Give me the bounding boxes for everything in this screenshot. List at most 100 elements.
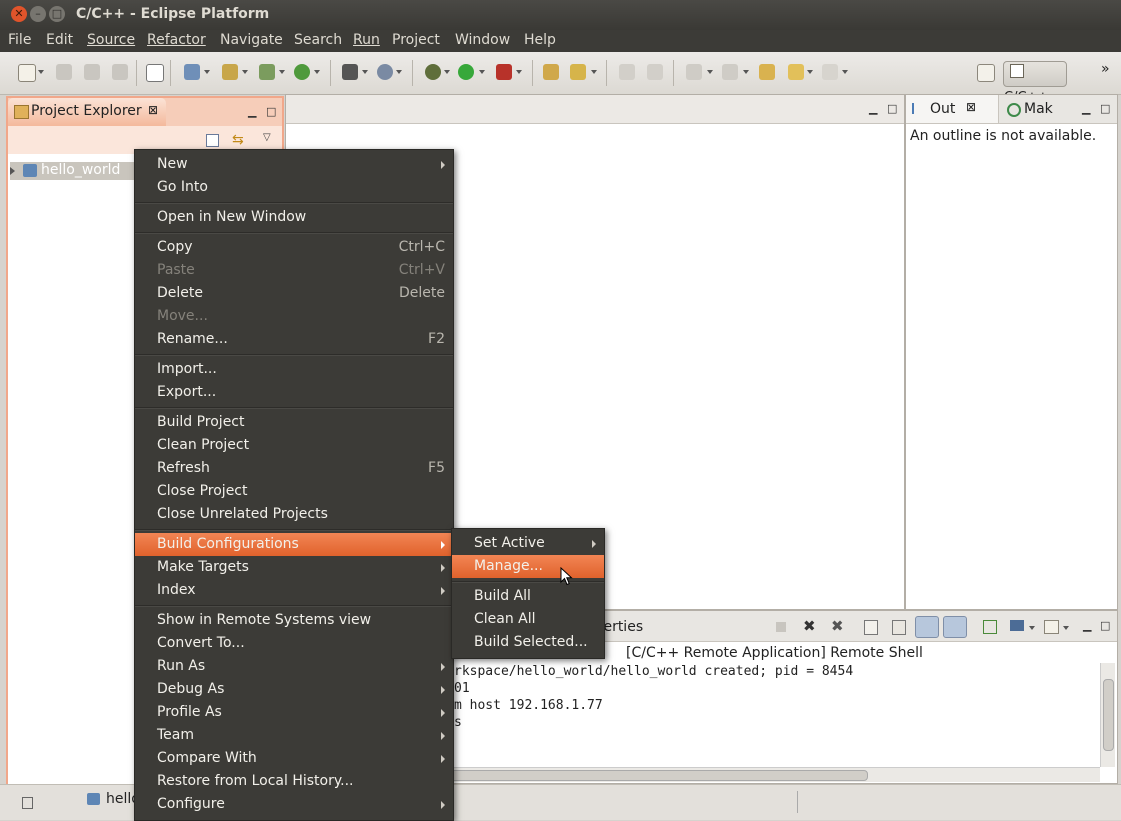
menu-item-close-project[interactable]: Close Project [135, 480, 453, 503]
tab-project-explorer[interactable]: Project Explorer ⊠ [8, 98, 166, 126]
menu-edit[interactable]: Edit [46, 32, 73, 48]
menu-item-rename[interactable]: Rename... F2 [135, 328, 453, 351]
search-flashlight-icon[interactable] [570, 64, 586, 80]
menu-item-build-selected[interactable]: Build Selected... [452, 631, 604, 654]
scroll-lock-icon[interactable] [892, 620, 906, 635]
menu-item-build-configurations[interactable]: Build Configurations [135, 533, 453, 556]
save-all-icon[interactable] [84, 64, 100, 80]
show-on-output-icon[interactable] [943, 616, 967, 638]
remove-all-icon[interactable]: ✖ [831, 617, 844, 635]
menu-item-new[interactable]: New [135, 153, 453, 176]
build-config-icon[interactable] [377, 64, 393, 80]
menu-item-open-in-new-window[interactable]: Open in New Window [135, 206, 453, 229]
perspective-cpp-button[interactable]: C/C++ [1003, 61, 1067, 105]
menu-item-manage[interactable]: Manage... [452, 555, 604, 578]
external-tools-icon[interactable] [496, 64, 512, 80]
menu-item-profile-as[interactable]: Profile As [135, 701, 453, 724]
print-icon[interactable] [112, 64, 128, 80]
display-console-icon[interactable] [1010, 620, 1024, 631]
menu-item-convert-to[interactable]: Convert To... [135, 632, 453, 655]
menu-window[interactable]: Window [455, 32, 510, 48]
console-minimize-icon[interactable]: ▁ [1083, 619, 1091, 632]
menu-item-run-as[interactable]: Run As [135, 655, 453, 678]
menu-item-team[interactable]: Team [135, 724, 453, 747]
forward-icon[interactable] [822, 64, 838, 80]
debug-bug-icon[interactable] [425, 64, 441, 80]
next-annotation-icon[interactable] [686, 64, 702, 80]
close-tab-icon[interactable]: ⊠ [148, 103, 158, 117]
menu-item-refresh[interactable]: Refresh F5 [135, 457, 453, 480]
tab-make-targets[interactable]: Mak [1002, 95, 1072, 123]
menu-run[interactable]: Run [353, 32, 380, 48]
vertical-scrollbar[interactable] [1100, 663, 1115, 767]
menu-item-go-into[interactable]: Go Into [135, 176, 453, 199]
menu-search[interactable]: Search [294, 32, 342, 48]
toolbar-overflow-icon[interactable]: » [1101, 61, 1110, 77]
new-file-icon[interactable] [294, 64, 310, 80]
menu-item-debug-as[interactable]: Debug As [135, 678, 453, 701]
menu-project[interactable]: Project [392, 32, 440, 48]
outline-maximize-icon[interactable]: □ [1100, 102, 1110, 115]
view-menu-icon[interactable]: ▽ [263, 132, 271, 143]
open-console-icon[interactable] [1044, 620, 1059, 634]
editor-maximize-icon[interactable]: □ [887, 102, 897, 115]
window-minimize-icon[interactable]: – [30, 6, 46, 22]
clear-console-icon[interactable] [864, 620, 878, 635]
open-perspective-icon[interactable] [977, 64, 995, 82]
menu-item-compare-with[interactable]: Compare With [135, 747, 453, 770]
build-hammer-icon[interactable] [342, 64, 358, 80]
pin-console-icon[interactable] [983, 620, 997, 634]
show-whitespace-icon[interactable] [647, 64, 663, 80]
window-close-icon[interactable]: ✕ [11, 6, 27, 22]
menu-file[interactable]: File [8, 32, 31, 48]
menu-item-import[interactable]: Import... [135, 358, 453, 381]
word-wrap-icon[interactable] [915, 616, 939, 638]
maximize-icon[interactable]: □ [266, 105, 276, 118]
menu-item-clean-project[interactable]: Clean Project [135, 434, 453, 457]
new-project-icon[interactable] [184, 64, 200, 80]
menu-item-restore-from-local-history[interactable]: Restore from Local History... [135, 770, 453, 793]
menu-item-delete[interactable]: Delete Delete [135, 282, 453, 305]
link-editor-icon[interactable]: ⇆ [232, 132, 244, 148]
outline-minimize-icon[interactable]: ▁ [1082, 102, 1090, 115]
open-type-icon[interactable] [543, 64, 559, 80]
menu-item-index[interactable]: Index [135, 579, 453, 602]
close-tab-icon[interactable]: ⊠ [966, 100, 976, 114]
fast-view-icon[interactable] [22, 797, 33, 809]
menu-item-close-unrelated-projects[interactable]: Close Unrelated Projects [135, 503, 453, 526]
new-class-icon[interactable] [259, 64, 275, 80]
binary-icon[interactable] [146, 64, 164, 82]
menu-item-clean-all[interactable]: Clean All [452, 608, 604, 631]
new-folder-icon[interactable] [222, 64, 238, 80]
prev-annotation-icon[interactable] [722, 64, 738, 80]
menu-navigate[interactable]: Navigate [220, 32, 283, 48]
minimize-icon[interactable]: ▁ [248, 105, 256, 118]
menu-item-label: Import... [157, 361, 217, 377]
terminate-icon[interactable] [776, 622, 786, 632]
menu-item-export[interactable]: Export... [135, 381, 453, 404]
expand-arrow-icon[interactable] [10, 167, 15, 175]
menu-refactor[interactable]: Refactor [147, 32, 206, 48]
save-icon[interactable] [56, 64, 72, 80]
collapse-all-icon[interactable] [206, 134, 219, 147]
remove-launch-icon[interactable]: ✖ [803, 617, 816, 635]
last-edit-icon[interactable] [759, 64, 775, 80]
menu-item-make-targets[interactable]: Make Targets [135, 556, 453, 579]
menu-source[interactable]: Source [87, 32, 135, 48]
editor-minimize-icon[interactable]: ▁ [869, 102, 877, 115]
menu-item-build-project[interactable]: Build Project [135, 411, 453, 434]
tab-outline[interactable]: Out ⊠ [906, 95, 999, 123]
run-icon[interactable] [458, 64, 474, 80]
menu-item-set-active[interactable]: Set Active [452, 532, 604, 555]
menu-item-copy[interactable]: Copy Ctrl+C [135, 236, 453, 259]
toggle-mark-icon[interactable] [619, 64, 635, 80]
tree-item-hello-world[interactable]: hello_world [10, 162, 138, 180]
back-icon[interactable] [788, 64, 804, 80]
new-icon[interactable] [18, 64, 36, 82]
console-maximize-icon[interactable]: □ [1100, 619, 1110, 632]
menu-item-configure[interactable]: Configure [135, 793, 453, 816]
window-maximize-icon[interactable]: □ [49, 6, 65, 22]
menu-item-show-in-remote-systems-view[interactable]: Show in Remote Systems view [135, 609, 453, 632]
menu-help[interactable]: Help [524, 32, 556, 48]
menu-item-build-all[interactable]: Build All [452, 585, 604, 608]
